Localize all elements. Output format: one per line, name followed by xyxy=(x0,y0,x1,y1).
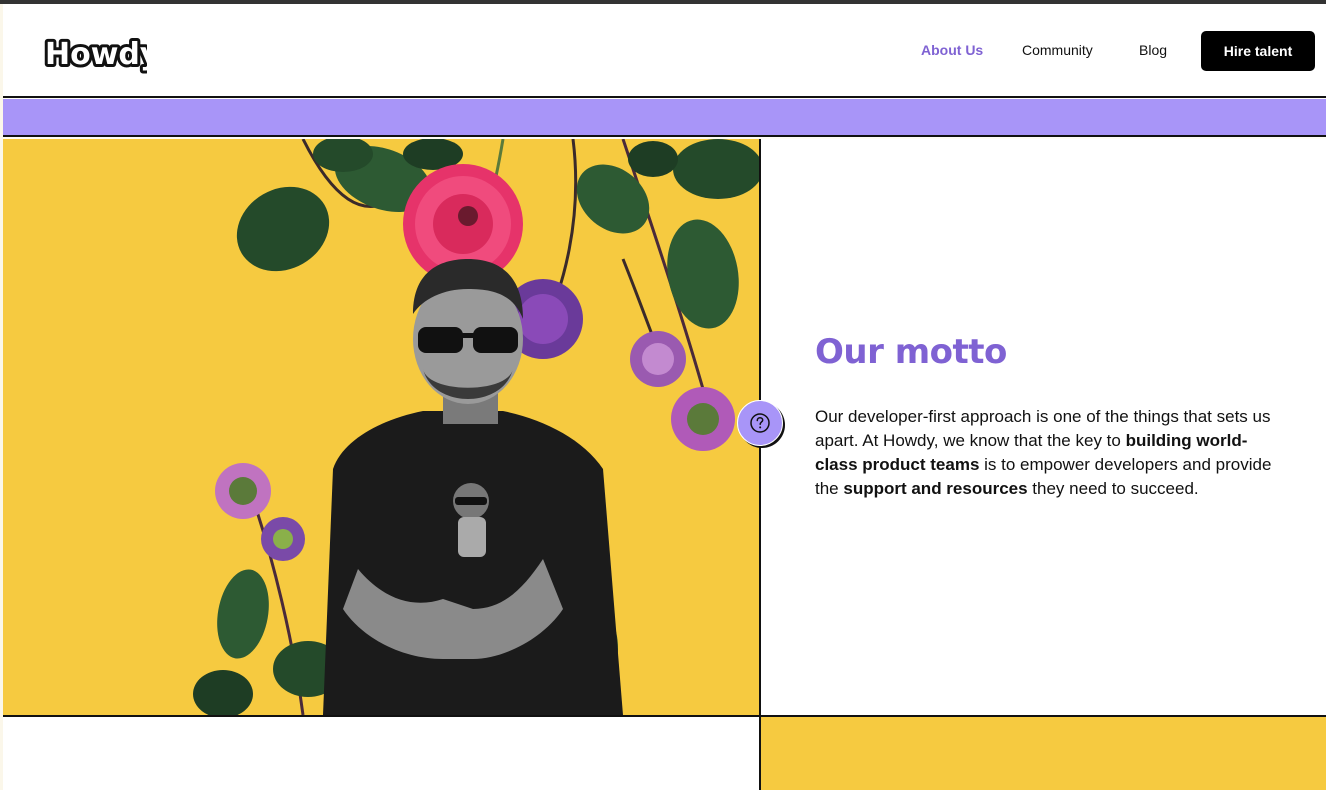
site-header: Howdy Howdy About Us Community Blog Hire… xyxy=(3,4,1326,98)
nav-about-us[interactable]: About Us xyxy=(921,42,983,58)
motto-bold-support: support and resources xyxy=(843,479,1028,498)
motto-text-part: they need to succeed. xyxy=(1027,479,1199,498)
motto-paragraph: Our developer-first approach is one of t… xyxy=(815,405,1285,501)
next-section-right xyxy=(761,717,1326,790)
nav-community[interactable]: Community xyxy=(1022,42,1093,58)
motto-title: Our motto xyxy=(815,332,1007,372)
howdy-logo[interactable]: Howdy Howdy xyxy=(43,30,147,76)
purple-band xyxy=(3,99,1326,137)
hero-image-panel xyxy=(3,139,760,715)
motto-section: Our motto Our developer-first approach i… xyxy=(761,139,1326,715)
svg-text:Howdy: Howdy xyxy=(45,37,147,72)
next-section-left xyxy=(3,717,759,790)
nav-blog[interactable]: Blog xyxy=(1139,42,1167,58)
person-with-flowers-photo xyxy=(193,139,760,715)
help-button[interactable] xyxy=(737,400,783,446)
question-circle-icon xyxy=(750,413,770,433)
hire-talent-button[interactable]: Hire talent xyxy=(1201,31,1315,71)
